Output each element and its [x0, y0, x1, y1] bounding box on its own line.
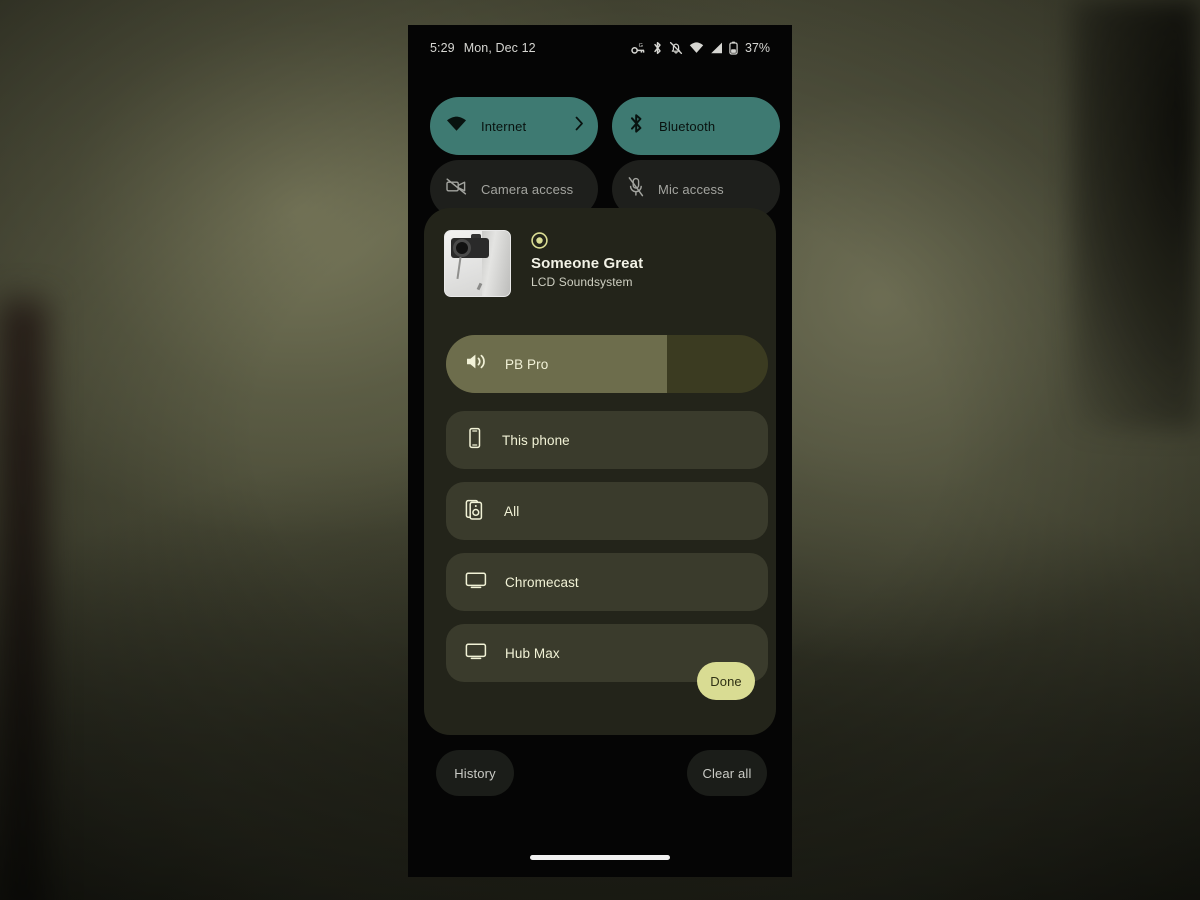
- device-row-this-phone[interactable]: This phone: [446, 411, 768, 469]
- qs-tile-label: Bluetooth: [659, 118, 716, 134]
- device-row-chromecast[interactable]: Chromecast: [446, 553, 768, 611]
- notifications-muted-icon: [669, 41, 683, 55]
- speaker-group-icon: [465, 498, 486, 525]
- qs-tile-label: Mic access: [658, 181, 724, 197]
- clear-all-button[interactable]: Clear all: [687, 750, 767, 796]
- qs-tile-label: Camera access: [481, 181, 574, 197]
- volume-up-icon[interactable]: [465, 352, 487, 376]
- qs-tile-bluetooth[interactable]: Bluetooth: [612, 97, 780, 155]
- tv-icon: [465, 642, 487, 665]
- device-label: Hub Max: [505, 645, 560, 661]
- track-title: Someone Great: [531, 255, 644, 272]
- wifi-icon: [689, 42, 704, 54]
- status-date: Mon, Dec 12: [463, 41, 536, 55]
- history-button[interactable]: History: [436, 750, 514, 796]
- device-label: All: [504, 503, 520, 519]
- media-metadata: Someone Great LCD Soundsystem: [531, 230, 643, 297]
- track-artist: LCD Soundsystem: [531, 275, 633, 289]
- vpn-key-g-icon: G: [631, 42, 646, 55]
- volume-slider-content: PB Pro: [446, 335, 768, 393]
- cellular-signal-icon: [710, 42, 723, 54]
- home-indicator[interactable]: [530, 855, 670, 860]
- svg-text:G: G: [639, 43, 643, 49]
- bluetooth-icon: [652, 41, 663, 55]
- phone-screen: 5:29 Mon, Dec 12 G 37% Internet Bluetoot…: [408, 25, 792, 877]
- qs-tile-internet[interactable]: Internet: [430, 97, 598, 155]
- album-art-thumbnail: [444, 230, 511, 297]
- phone-icon: [465, 427, 484, 454]
- status-time: 5:29: [430, 41, 455, 55]
- bluetooth-icon: [628, 113, 645, 139]
- device-label: This phone: [502, 432, 570, 448]
- device-label: Chromecast: [505, 574, 579, 590]
- mic-off-icon: [628, 176, 644, 202]
- quick-settings-row-1: Internet Bluetooth: [430, 97, 780, 155]
- media-output-switcher-card: Someone Great LCD Soundsystem PB Pro Thi…: [424, 208, 776, 735]
- play-circle-icon: [531, 232, 548, 249]
- qs-tile-label: Internet: [481, 118, 527, 134]
- done-button[interactable]: Done: [697, 662, 755, 700]
- chevron-right-icon[interactable]: [575, 116, 584, 136]
- camera-off-icon: [446, 178, 467, 200]
- status-bar: 5:29 Mon, Dec 12 G 37%: [408, 25, 792, 71]
- volume-slider-label: PB Pro: [505, 356, 549, 372]
- status-bar-right: G 37%: [631, 41, 770, 55]
- battery-icon: [729, 41, 738, 55]
- tv-icon: [465, 571, 487, 594]
- wifi-icon: [446, 116, 467, 137]
- device-row-all[interactable]: All: [446, 482, 768, 540]
- status-bar-left: 5:29 Mon, Dec 12: [430, 41, 536, 55]
- volume-slider-pb-pro[interactable]: PB Pro: [446, 335, 768, 393]
- battery-percent-label: 37%: [744, 41, 770, 55]
- media-header: Someone Great LCD Soundsystem: [424, 208, 776, 297]
